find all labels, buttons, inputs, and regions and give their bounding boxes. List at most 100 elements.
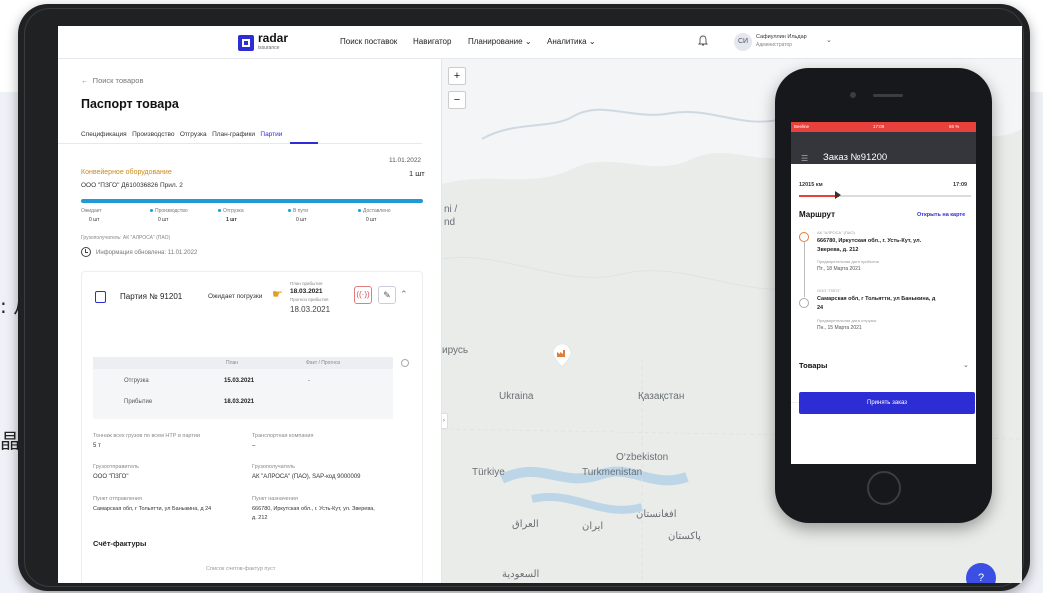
origin-pin-icon <box>799 298 809 308</box>
stage-label: В пути <box>288 208 308 214</box>
tabs: Спецификация Производство Отгрузка План-… <box>81 131 282 138</box>
row-fact-shipment: - <box>308 378 310 384</box>
stop2-date: Пн., 15 Марта 2021 <box>817 325 862 331</box>
row-label-shipment: Отгрузка <box>124 378 149 384</box>
clock-icon <box>81 247 91 257</box>
open-map-link[interactable]: Открыть на карте <box>917 212 965 218</box>
destination-value: 666780, Иркутская обл., г. Усть-Кут, ул.… <box>252 506 375 512</box>
info-icon[interactable] <box>401 359 409 367</box>
zoom-out-button[interactable]: − <box>448 91 466 109</box>
stage-value: 0 шт <box>296 217 307 223</box>
receiver-value: АК "АЛРОСА" (ПАО), SAP-код 9000009 <box>252 474 361 480</box>
accept-order-button[interactable]: Принять заказ <box>799 392 975 414</box>
sender-label: Грузоотправитель <box>93 464 139 470</box>
plan-arrival-date: 18.03.2021 <box>290 288 323 295</box>
battery-level: 65 % <box>949 124 960 129</box>
phone-status-bar: Beeline 17:09 65 % <box>791 122 976 132</box>
zoom-in-button[interactable]: + <box>448 67 466 85</box>
batch-dates-header <box>93 357 393 369</box>
tabs-divider <box>58 143 422 144</box>
goods-section[interactable]: Товары <box>799 361 827 370</box>
pencil-icon: ✎ <box>383 290 391 300</box>
stage-label: Ожидает <box>81 208 102 214</box>
stop1-address-line2: Зверева, д. 212 <box>817 247 859 253</box>
route-title: Маршрут <box>799 210 836 219</box>
arrow-left-icon: ← <box>81 76 89 85</box>
map-label: ایران <box>582 521 604 532</box>
stop1-date: Пт., 18 Марта 2021 <box>817 266 861 272</box>
map-label: nd <box>444 217 456 228</box>
receiver-label: Грузополучатель <box>252 464 296 470</box>
nav-planning[interactable]: Планирование ⌄ <box>468 37 532 46</box>
panel-collapse-handle[interactable]: ‹ › <box>442 413 448 429</box>
phone-speaker <box>873 94 903 97</box>
bell-icon[interactable] <box>698 35 708 47</box>
stage-label: Производство <box>150 208 188 214</box>
row-plan-arrival: 18.03.2021 <box>224 399 255 405</box>
factory-pin-icon[interactable] <box>552 344 572 368</box>
tab-batches[interactable]: Партии <box>260 131 282 138</box>
tab-specification[interactable]: Спецификация <box>81 131 127 138</box>
plan-arrival-label: План прибытия <box>290 281 323 286</box>
map-label: پاکستان <box>668 531 701 542</box>
consignee: Грузополучатель: АК "АЛРОСА" (ПАО) <box>81 235 171 241</box>
row-label-arrival: Прибытие <box>124 399 153 405</box>
map-label: افغانستان <box>636 509 677 520</box>
nav-analytics-label: Аналитика <box>547 37 587 46</box>
edit-button[interactable]: ✎ <box>378 286 396 304</box>
phone-home-button[interactable] <box>867 471 901 505</box>
batch-card <box>81 271 423 583</box>
logo-icon <box>238 35 254 51</box>
stop2-org: ООО "ПЗГО" <box>817 288 841 293</box>
stage-label-text: Доставлено <box>363 208 391 214</box>
stop1-org: АК "АЛРОСА" (ПАО) <box>817 230 855 235</box>
stage-label-text: Производство <box>155 208 188 214</box>
tab-schedules[interactable]: План-графики <box>212 131 255 138</box>
departure-label: Пункт отправления <box>93 496 142 502</box>
stop1-date-label: Предварительная дата прибытия <box>817 259 879 264</box>
page-title: Паспорт товара <box>81 97 179 111</box>
map-label: السعودية <box>502 569 540 580</box>
column-header-plan: План <box>226 360 239 366</box>
stage: : 从提 晶 radarissurance Поиск поставок Нав… <box>0 0 1043 593</box>
batch-name[interactable]: Партия № 91201 <box>120 292 182 301</box>
product-quantity: 1 шт <box>409 169 425 178</box>
route-eta: 17:09 <box>953 182 968 188</box>
stop2-address-line2: 24 <box>817 305 824 311</box>
stage-value: 0 шт <box>89 217 100 223</box>
tab-shipment[interactable]: Отгрузка <box>180 131 207 138</box>
user-role: Администратор <box>756 42 793 48</box>
product-date: 11.01.2022 <box>389 157 422 164</box>
stage-label-text: Отгрузка <box>223 208 244 214</box>
batch-status: Ожидает погрузки <box>208 293 263 300</box>
chevron-up-icon[interactable]: ⌃ <box>400 289 408 300</box>
menu-icon[interactable]: ☰ <box>801 154 808 163</box>
route-progress-fill <box>799 195 839 197</box>
nav-supply-search[interactable]: Поиск поставок <box>340 37 397 46</box>
back-link[interactable]: ← Поиск товаров <box>81 76 143 85</box>
product-passport-panel: ← Поиск товаров Паспорт товара Специфика… <box>58 59 442 583</box>
order-app-bar: ☰ Заказ №91200 <box>791 132 976 164</box>
nav-analytics[interactable]: Аналитика ⌄ <box>547 37 596 46</box>
avatar[interactable]: СИ <box>734 33 752 51</box>
invoices-empty: Список счетов-фактур пуст <box>206 566 276 572</box>
tonnage-label: Тоннаж всех грузов по всем НТР в партии <box>93 433 201 439</box>
map-label: Türkiye <box>472 467 505 478</box>
tab-production[interactable]: Производство <box>132 131 174 138</box>
map-label: O‘zbekiston <box>616 452 669 463</box>
stop2-date-label: Предварительная дата отгрузки <box>817 318 877 323</box>
nav-planning-label: Планирование <box>468 37 523 46</box>
stage-dot <box>358 209 361 213</box>
user-name: Сафиуллин Ильдар <box>756 34 807 40</box>
back-link-label: Поиск товаров <box>92 76 144 85</box>
signal-button[interactable]: ((·)) <box>354 286 372 304</box>
stage-dot <box>288 209 291 213</box>
chevron-down-icon[interactable]: ⌄ <box>963 361 969 369</box>
updated-info: Информация обновлена: 11.01.2022 <box>96 250 198 256</box>
phone-time: 17:09 <box>873 124 885 129</box>
chevron-down-icon[interactable]: ⌄ <box>826 36 832 44</box>
route-connector <box>804 241 805 297</box>
product-name[interactable]: Конвейерное оборудование <box>81 169 172 176</box>
nav-navigator[interactable]: Навигатор <box>413 37 451 46</box>
radar-logo[interactable]: radar issurance <box>238 32 288 53</box>
